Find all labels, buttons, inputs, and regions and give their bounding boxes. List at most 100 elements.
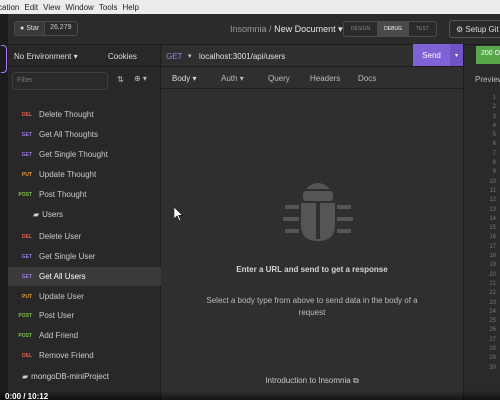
request-item[interactable]: POST Post User bbox=[8, 306, 161, 325]
line-number: 26 bbox=[489, 327, 496, 334]
mode-switcher: DESIGN DEBUG TEST bbox=[343, 21, 437, 37]
mouse-cursor-icon bbox=[174, 207, 184, 221]
request-name: Post Thought bbox=[39, 190, 87, 199]
breadcrumb-document[interactable]: New Document bbox=[274, 24, 336, 34]
line-number: 6 bbox=[492, 141, 496, 148]
request-name: Update User bbox=[39, 292, 84, 301]
method-badge: DEL bbox=[22, 352, 32, 359]
line-number: 10 bbox=[489, 178, 496, 185]
line-number: 23 bbox=[489, 299, 496, 306]
line-number: 29 bbox=[489, 355, 496, 362]
github-star-widget[interactable]: ● Star 26,279 bbox=[14, 21, 78, 36]
github-icon: ● bbox=[20, 25, 25, 32]
request-item[interactable]: GET Get Single Thought bbox=[8, 145, 161, 164]
line-number: 20 bbox=[489, 271, 496, 278]
github-star-label: Star bbox=[26, 25, 40, 32]
rail-tab[interactable] bbox=[1, 45, 7, 73]
project-label: mongoDB-miniProject bbox=[31, 372, 109, 381]
method-badge: PUT bbox=[22, 171, 32, 178]
tab-docs[interactable]: Docs bbox=[358, 74, 376, 83]
line-number: 4 bbox=[492, 122, 496, 129]
line-number: 2 bbox=[492, 104, 496, 111]
mode-test[interactable]: TEST bbox=[409, 22, 436, 36]
menu-item-window[interactable]: Window bbox=[65, 3, 98, 12]
mode-design[interactable]: DESIGN bbox=[344, 22, 377, 36]
menu-item-tools[interactable]: Tools bbox=[99, 3, 123, 12]
line-numbers: 1 2 3 4 5 6 7 8 9 10 11 12 13 14 15 16 17 18 19 20 21 22 23 24 2… bbox=[466, 94, 496, 373]
request-item[interactable]: DEL Delete Thought bbox=[8, 105, 161, 124]
project-folder[interactable]: ▰ mongoDB-miniProject bbox=[22, 372, 109, 381]
folder-label: Users bbox=[42, 210, 64, 219]
line-number: 19 bbox=[489, 262, 496, 269]
status-badge: 200 OK bbox=[476, 46, 500, 64]
request-name: Remove Friend bbox=[39, 351, 94, 360]
line-number: 18 bbox=[489, 253, 496, 260]
environment-label: No Environment bbox=[14, 52, 72, 61]
folder-icon: ▰ bbox=[22, 372, 29, 381]
line-number: 3 bbox=[492, 113, 496, 120]
request-item[interactable]: GET Get Single User bbox=[8, 247, 161, 266]
send-options-chevron-icon[interactable]: ▾ bbox=[450, 44, 463, 66]
request-name: Add Friend bbox=[39, 331, 79, 340]
github-star-button[interactable]: ● Star bbox=[15, 22, 45, 35]
method-selector[interactable]: GET bbox=[166, 52, 182, 61]
tab-auth[interactable]: Auth ▾ bbox=[221, 74, 244, 83]
menu-item-edit[interactable]: Edit bbox=[24, 3, 43, 12]
request-name: Get Single User bbox=[39, 252, 96, 261]
chevron-down-icon[interactable]: ▾ bbox=[338, 24, 343, 34]
method-badge: POST bbox=[18, 191, 32, 198]
line-number: 11 bbox=[489, 187, 496, 194]
sort-icon[interactable]: ⇅ bbox=[117, 75, 124, 84]
request-name: Update Thought bbox=[39, 170, 97, 179]
chevron-down-icon: ▾ bbox=[73, 52, 78, 61]
request-tabs: Body ▾ Auth ▾ Query Headers Docs bbox=[161, 67, 463, 89]
chevron-down-icon[interactable]: ▾ bbox=[188, 52, 192, 60]
line-number: 17 bbox=[489, 243, 496, 250]
tab-query[interactable]: Query bbox=[268, 74, 290, 83]
breadcrumb-separator: / bbox=[269, 24, 272, 34]
send-button[interactable]: Send bbox=[413, 44, 450, 66]
request-body-panel: Enter a URL and send to get a response S… bbox=[161, 89, 463, 400]
folder-users[interactable]: ▰ Users bbox=[33, 210, 63, 219]
request-name: Get All Thoughts bbox=[39, 130, 98, 139]
tab-headers[interactable]: Headers bbox=[310, 74, 340, 83]
menu-item-help[interactable]: Help bbox=[123, 3, 144, 12]
add-request-icon[interactable]: ⊕ ▾ bbox=[134, 74, 147, 83]
method-badge: GET bbox=[21, 151, 32, 158]
setup-git-button[interactable]: ⚙ Setup Git bbox=[449, 20, 500, 38]
tab-body[interactable]: Body ▾ bbox=[172, 74, 196, 83]
request-item[interactable]: GET Get All Thoughts bbox=[8, 125, 161, 144]
empty-state-title: Enter a URL and send to get a response bbox=[236, 265, 388, 274]
request-item[interactable]: DEL Remove Friend bbox=[8, 346, 161, 365]
method-badge: GET bbox=[21, 131, 32, 138]
introduction-link-label: Introduction to Insomnia bbox=[265, 376, 351, 385]
request-item-active[interactable]: GET Get All Users bbox=[8, 267, 161, 286]
request-item[interactable]: POST Post Thought bbox=[8, 185, 161, 204]
line-number: 14 bbox=[489, 215, 496, 222]
line-number: 21 bbox=[489, 280, 496, 287]
request-name: Get All Users bbox=[39, 272, 86, 281]
environment-selector[interactable]: No Environment ▾ bbox=[14, 52, 78, 61]
introduction-link[interactable]: Introduction to Insomnia ⧉ bbox=[161, 376, 463, 386]
mode-debug[interactable]: DEBUG bbox=[377, 22, 409, 36]
request-item[interactable]: POST Add Friend bbox=[8, 326, 161, 345]
url-input[interactable]: localhost:3001/api/users bbox=[199, 52, 285, 61]
request-item[interactable]: PUT Update Thought bbox=[8, 165, 161, 184]
gear-icon: ⚙ bbox=[456, 25, 464, 34]
request-item[interactable]: DEL Delete User bbox=[8, 227, 161, 246]
breadcrumb-app[interactable]: Insomnia bbox=[230, 24, 267, 34]
cookies-button[interactable]: Cookies bbox=[108, 52, 137, 61]
line-number: 13 bbox=[489, 206, 496, 213]
line-number: 1 bbox=[492, 95, 496, 101]
breadcrumb: Insomnia / New Document ▾ bbox=[230, 24, 343, 35]
response-preview-tab[interactable]: Preview bbox=[475, 75, 500, 84]
filter-input[interactable]: Filter bbox=[12, 72, 108, 90]
request-name: Delete User bbox=[39, 232, 82, 241]
menu-item-view[interactable]: View bbox=[43, 3, 65, 12]
request-item[interactable]: PUT Update User bbox=[8, 287, 161, 306]
method-badge: PUT bbox=[22, 293, 32, 300]
menu-item-application[interactable]: cation bbox=[0, 3, 24, 12]
line-number: 9 bbox=[492, 169, 496, 176]
method-badge: DEL bbox=[22, 111, 32, 118]
bug-icon bbox=[283, 183, 353, 241]
